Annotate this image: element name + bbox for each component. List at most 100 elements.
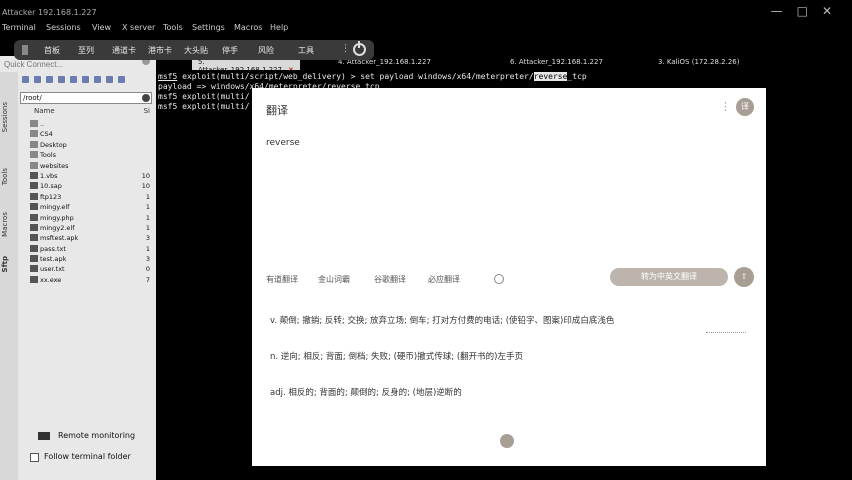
- terminal-line: msf5 exploit(multi/: [158, 92, 250, 101]
- file-name: Desktop: [40, 140, 67, 149]
- menu-view[interactable]: View: [92, 23, 111, 32]
- folder-icon: [30, 161, 38, 169]
- file-row[interactable]: Tools: [20, 150, 152, 160]
- column-size[interactable]: Si: [144, 107, 150, 115]
- definition-noun: n. 逆向; 相反; 背面; 倒档; 失败; (硬币)撤式传球; (翻开书的)左…: [270, 352, 523, 362]
- terminal-line: msf5 exploit(multi/: [158, 102, 250, 111]
- menu-settings[interactable]: Settings: [192, 23, 225, 32]
- file-row[interactable]: Desktop: [20, 140, 152, 150]
- rename-icon[interactable]: [106, 76, 113, 83]
- folder-icon: [30, 140, 38, 148]
- tab-session-3[interactable]: 3. KaliOS (172.28.2.26): [652, 56, 746, 70]
- popup-title: 翻译: [266, 104, 288, 117]
- vtab-tools[interactable]: Tools: [1, 168, 9, 185]
- file-icon: [30, 275, 38, 283]
- definition-adj: adj. 相反的; 背面的; 颠倒的; 反身的; (地层)逆断的: [270, 388, 462, 398]
- file-row[interactable]: msftest.apk 3: [20, 233, 152, 243]
- checkbox[interactable]: [30, 453, 39, 462]
- toolbar-item-2[interactable]: 至列: [78, 45, 94, 56]
- more-icon[interactable]: ⋮: [341, 44, 350, 54]
- engine-iciba[interactable]: 金山词霸: [318, 274, 350, 285]
- menu-macros[interactable]: Macros: [234, 23, 262, 32]
- vtab-sessions[interactable]: Sessions: [1, 102, 9, 132]
- toolbar-item-3[interactable]: 通道卡: [112, 45, 136, 56]
- translate-logo-icon[interactable]: 译: [736, 98, 754, 116]
- refresh-icon[interactable]: [34, 76, 41, 83]
- new-folder-icon[interactable]: [82, 76, 89, 83]
- up-folder-icon[interactable]: [22, 76, 29, 83]
- engine-bing[interactable]: 必应翻译: [428, 274, 460, 285]
- download-icon[interactable]: [46, 76, 53, 83]
- remote-monitoring-toggle[interactable]: Remote monitoring: [36, 430, 148, 442]
- file-row[interactable]: mingy.elf 1: [20, 202, 152, 212]
- engine-google[interactable]: 谷歌翻译: [374, 274, 406, 285]
- file-row[interactable]: CS4: [20, 129, 152, 139]
- close-button[interactable]: ✕: [822, 4, 846, 18]
- file-row[interactable]: 1.vbs 10: [20, 171, 152, 181]
- file-icon: [30, 192, 38, 200]
- file-row[interactable]: ftp123 1: [20, 192, 152, 202]
- toolbar-item-4[interactable]: 港市卡: [148, 45, 172, 56]
- file-row[interactable]: pass.txt 1: [20, 244, 152, 254]
- path-input[interactable]: /root/: [20, 92, 152, 104]
- toolbar-item-5[interactable]: 大头贴: [184, 45, 208, 56]
- file-icon: [30, 203, 38, 211]
- file-row[interactable]: ..: [20, 119, 152, 129]
- file-list-header: Name Si: [20, 107, 152, 118]
- file-row[interactable]: mingy2.elf 1: [20, 223, 152, 233]
- file-size: 1: [145, 203, 150, 212]
- vtab-macros[interactable]: Macros: [1, 212, 9, 237]
- file-name: test.apk: [40, 255, 67, 264]
- new-file-icon[interactable]: [70, 76, 77, 83]
- translation-popup: 翻译 ⋮ 译 reverse 有道翻译 金山词霸 谷歌翻译 必应翻译 转为中英文…: [252, 88, 766, 466]
- query-text[interactable]: reverse: [266, 138, 300, 148]
- go-icon[interactable]: [142, 94, 150, 102]
- vertical-toolbar: Sessions Tools Macros Sftp: [0, 72, 18, 480]
- engine-youdao[interactable]: 有道翻译: [266, 274, 298, 285]
- file-icon: [30, 182, 38, 190]
- file-size: 10: [141, 171, 150, 180]
- toolbar-item-6[interactable]: 停手: [222, 45, 238, 56]
- file-name: CS4: [40, 130, 53, 139]
- file-icon: [30, 234, 38, 242]
- vtab-sftp[interactable]: Sftp: [1, 256, 9, 272]
- file-name: mingy.elf: [40, 203, 70, 212]
- folder-icon: [30, 120, 38, 127]
- file-name: Tools: [40, 151, 57, 160]
- info-icon[interactable]: [494, 274, 504, 284]
- power-icon[interactable]: [353, 41, 366, 56]
- file-size: 0: [145, 265, 150, 274]
- menu-help[interactable]: Help: [270, 23, 288, 32]
- file-row[interactable]: 10.sap 10: [20, 181, 152, 191]
- menu-tools[interactable]: Tools: [163, 23, 183, 32]
- folder-icon: [30, 151, 38, 159]
- file-row[interactable]: websites: [20, 161, 152, 171]
- properties-icon[interactable]: [118, 76, 125, 83]
- file-row[interactable]: test.apk 3: [20, 254, 152, 264]
- upload-icon[interactable]: [58, 76, 65, 83]
- menu-sessions[interactable]: Sessions: [46, 23, 81, 32]
- terminal-selection: reverse: [533, 72, 568, 81]
- file-size: 1: [145, 244, 150, 253]
- maximize-button[interactable]: □: [797, 4, 822, 18]
- toolbar-item-7[interactable]: 风险: [258, 45, 274, 56]
- translate-button[interactable]: 转为中英文翻译: [610, 268, 728, 286]
- window-controls[interactable]: —□✕: [771, 4, 846, 18]
- menu-x-server[interactable]: X server: [122, 23, 155, 32]
- minimize-button[interactable]: —: [771, 4, 797, 18]
- delete-icon[interactable]: [94, 76, 101, 83]
- toolbar-item-8[interactable]: 工具: [298, 45, 314, 56]
- file-row[interactable]: xx.exe 7: [20, 275, 152, 285]
- speaker-icon[interactable]: [500, 434, 514, 448]
- menu-terminal[interactable]: Terminal: [2, 23, 36, 32]
- share-icon[interactable]: ⇧: [734, 267, 754, 287]
- tab-session-6[interactable]: 6. Attacker_192.168.1.227: [504, 56, 609, 70]
- more-options-icon[interactable]: ⋮: [720, 100, 731, 113]
- terminal-line: msf5 exploit(multi/script/web_delivery) …: [158, 72, 587, 81]
- toolbar-item-1[interactable]: 首板: [44, 45, 60, 56]
- file-size: 1: [145, 223, 150, 232]
- column-name[interactable]: Name: [34, 107, 55, 115]
- file-row[interactable]: mingy.php 1: [20, 213, 152, 223]
- file-row[interactable]: user.txt 0: [20, 264, 152, 274]
- pin-icon[interactable]: [22, 45, 28, 55]
